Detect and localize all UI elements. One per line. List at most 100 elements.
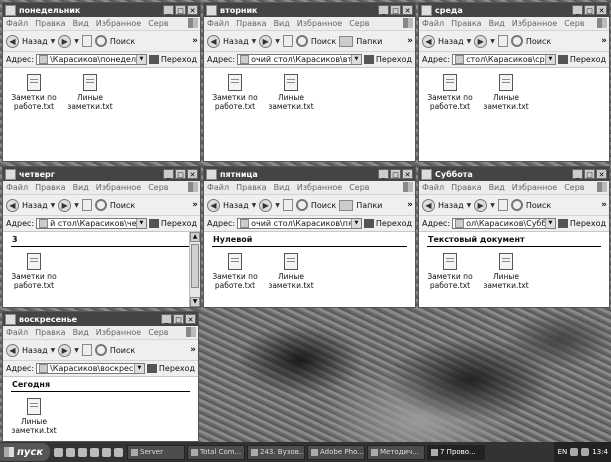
search-icon[interactable]	[295, 35, 308, 47]
back-dropdown-icon[interactable]: ▼	[51, 202, 56, 209]
forward-arrow-icon[interactable]: ▶	[474, 198, 488, 212]
media-player-icon[interactable]	[78, 447, 87, 457]
forward-dropdown-icon[interactable]: ▼	[490, 38, 495, 45]
folder-up-icon[interactable]	[497, 35, 508, 47]
vertical-scrollbar[interactable]: ▲ ▼	[189, 232, 200, 307]
taskbar-button[interactable]: Total Com...	[187, 444, 245, 460]
title-bar[interactable]: четверг _ □ ✕	[3, 167, 200, 181]
address-input[interactable]: стол\Карасиков\среда ▼	[452, 54, 556, 65]
address-dropdown-icon[interactable]: ▼	[133, 364, 144, 373]
search-button[interactable]: Поиск	[311, 201, 336, 210]
search-button[interactable]: Поиск	[110, 201, 135, 210]
menu-item[interactable]: Избранное	[96, 19, 141, 28]
messenger-icon[interactable]	[90, 447, 99, 457]
go-arrow-icon[interactable]	[146, 364, 157, 373]
taskbar-button[interactable]: Adobe Pho...	[307, 444, 365, 460]
outlook-icon[interactable]	[66, 447, 75, 457]
toolbar-overflow-icon[interactable]: »	[192, 36, 200, 46]
minimize-icon[interactable]: _	[163, 169, 174, 179]
menu-item[interactable]: Правка	[35, 183, 65, 192]
back-arrow-icon[interactable]: ◀	[6, 34, 19, 48]
search-button[interactable]: Поиск	[526, 37, 551, 46]
minimize-icon[interactable]: _	[163, 5, 174, 15]
address-dropdown-icon[interactable]: ▼	[350, 55, 361, 64]
start-button[interactable]: пуск	[0, 443, 50, 461]
folder-up-icon[interactable]	[81, 344, 92, 356]
forward-dropdown-icon[interactable]: ▼	[74, 38, 79, 45]
back-button[interactable]: Назад	[438, 37, 464, 46]
menu-item[interactable]: Избранное	[297, 19, 342, 28]
menu-item[interactable]: Правка	[236, 19, 266, 28]
search-button[interactable]: Поиск	[110, 37, 135, 46]
folder-up-icon[interactable]	[282, 35, 293, 47]
file-item[interactable]: Заметки по работе.txt	[211, 74, 259, 111]
close-icon[interactable]: ✕	[185, 314, 196, 324]
maximize-icon[interactable]: □	[390, 5, 401, 15]
go-button[interactable]: Переход	[376, 219, 415, 228]
menu-item[interactable]: Файл	[207, 183, 229, 192]
explorer-window-sunday[interactable]: воскресенье _ □ ✕ Файл Правка Вид Избранное…	[2, 311, 199, 442]
menu-item[interactable]: Вид	[73, 183, 89, 192]
explorer-window-monday[interactable]: понедельник _ □ ✕ Файл Правка Вид Избранное…	[2, 2, 201, 162]
forward-dropdown-icon[interactable]: ▼	[490, 202, 495, 209]
menu-item[interactable]: Серв	[349, 183, 369, 192]
file-list[interactable]: Текстовый документ Заметки по работе.txt…	[419, 232, 609, 307]
back-dropdown-icon[interactable]: ▼	[51, 38, 56, 45]
go-button[interactable]: Переход	[570, 55, 609, 64]
menu-item[interactable]: Избранное	[512, 183, 557, 192]
desktop-icon[interactable]	[102, 447, 111, 457]
menu-item[interactable]: Файл	[207, 19, 229, 28]
title-bar[interactable]: пятница _ □ ✕	[204, 167, 415, 181]
menu-item[interactable]: Серв	[564, 19, 584, 28]
go-arrow-icon[interactable]	[148, 219, 159, 228]
scroll-thumb[interactable]	[191, 244, 199, 288]
menu-item[interactable]: Файл	[422, 19, 444, 28]
title-bar[interactable]: воскресенье _ □ ✕	[3, 312, 198, 326]
address-dropdown-icon[interactable]: ▼	[544, 219, 555, 228]
menu-item[interactable]: Вид	[274, 19, 290, 28]
forward-arrow-icon[interactable]: ▶	[259, 198, 273, 212]
back-arrow-icon[interactable]: ◀	[422, 34, 435, 48]
maximize-icon[interactable]: □	[390, 169, 401, 179]
file-item[interactable]: Линые заметки.txt	[267, 253, 315, 290]
file-item[interactable]: Линые заметки.txt	[267, 74, 315, 111]
file-list[interactable]: Сегодня Линые заметки.txt	[3, 377, 198, 441]
menu-item[interactable]: Правка	[451, 183, 481, 192]
go-button[interactable]: Переход	[161, 55, 200, 64]
folder-up-icon[interactable]	[282, 199, 293, 211]
maximize-icon[interactable]: □	[584, 169, 595, 179]
explorer-window-thursday[interactable]: четверг _ □ ✕ Файл Правка Вид Избранное Серв…	[2, 166, 201, 308]
menu-item[interactable]: Избранное	[96, 183, 141, 192]
search-icon[interactable]	[94, 344, 107, 356]
file-item[interactable]: Заметки по работе.txt	[211, 253, 259, 290]
file-item[interactable]: Заметки по работе.txt	[426, 253, 474, 290]
folder-up-icon[interactable]	[81, 199, 92, 211]
menu-item[interactable]: Избранное	[512, 19, 557, 28]
explorer-icon[interactable]	[114, 447, 123, 457]
folders-icon[interactable]	[339, 35, 354, 47]
back-button[interactable]: Назад	[22, 201, 48, 210]
menu-item[interactable]: Избранное	[96, 328, 141, 337]
back-arrow-icon[interactable]: ◀	[6, 198, 19, 212]
address-dropdown-icon[interactable]: ▼	[544, 55, 555, 64]
search-button[interactable]: Поиск	[311, 37, 336, 46]
forward-dropdown-icon[interactable]: ▼	[74, 347, 79, 354]
toolbar-overflow-icon[interactable]: »	[192, 200, 200, 210]
file-item[interactable]: Линые заметки.txt	[66, 74, 114, 111]
address-dropdown-icon[interactable]: ▼	[135, 219, 146, 228]
go-button[interactable]: Переход	[570, 219, 609, 228]
back-arrow-icon[interactable]: ◀	[422, 198, 435, 212]
folders-icon[interactable]	[339, 199, 354, 211]
toolbar-overflow-icon[interactable]: »	[407, 200, 415, 210]
address-input[interactable]: \Карасиков\понедельник ▼	[36, 54, 147, 65]
volume-icon[interactable]	[581, 448, 590, 456]
search-button[interactable]: Поиск	[110, 346, 135, 355]
search-icon[interactable]	[94, 199, 107, 211]
back-dropdown-icon[interactable]: ▼	[467, 202, 472, 209]
minimize-icon[interactable]: _	[572, 5, 583, 15]
menu-item[interactable]: Вид	[73, 328, 89, 337]
back-button[interactable]: Назад	[22, 37, 48, 46]
taskbar-button[interactable]: 243. Вузов...	[247, 444, 305, 460]
minimize-icon[interactable]: _	[572, 169, 583, 179]
address-input[interactable]: ол\Карасиков\Суббота ▼	[452, 218, 556, 229]
